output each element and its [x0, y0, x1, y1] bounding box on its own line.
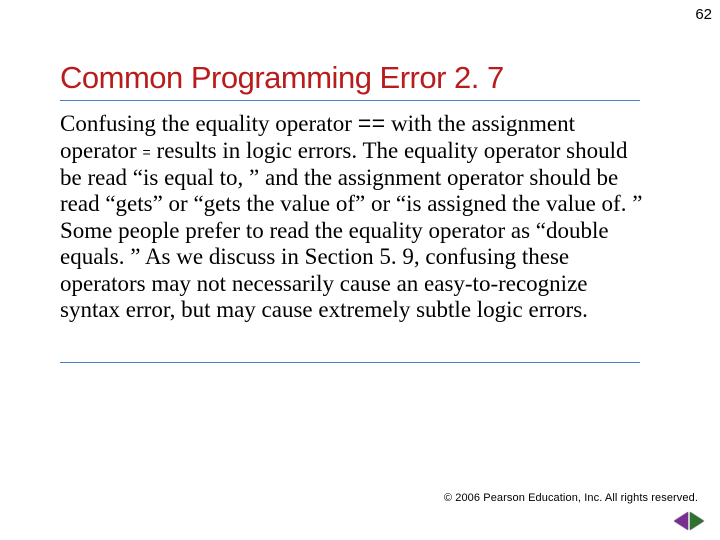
slide-content: Common Programming Error 2. 7 Confusing …	[0, 0, 720, 324]
bottom-rule	[60, 362, 640, 363]
slide-nav	[674, 512, 704, 530]
slide-title: Common Programming Error 2. 7	[60, 60, 660, 96]
title-underline	[60, 100, 640, 101]
body-text-1: Confusing the equality operator	[60, 111, 358, 136]
assignment-operator: =	[142, 146, 150, 162]
prev-slide-button[interactable]	[674, 512, 688, 530]
equality-operator: ==	[358, 112, 386, 138]
body-paragraph: Confusing the equality operator == with …	[60, 111, 660, 324]
bottom-rule-container	[0, 362, 720, 363]
body-text-3: results in logic errors. The equality op…	[60, 138, 642, 322]
next-slide-button[interactable]	[690, 512, 704, 530]
copyright-footer: © 2006 Pearson Education, Inc. All right…	[444, 492, 698, 504]
page-number: 62	[695, 6, 712, 23]
